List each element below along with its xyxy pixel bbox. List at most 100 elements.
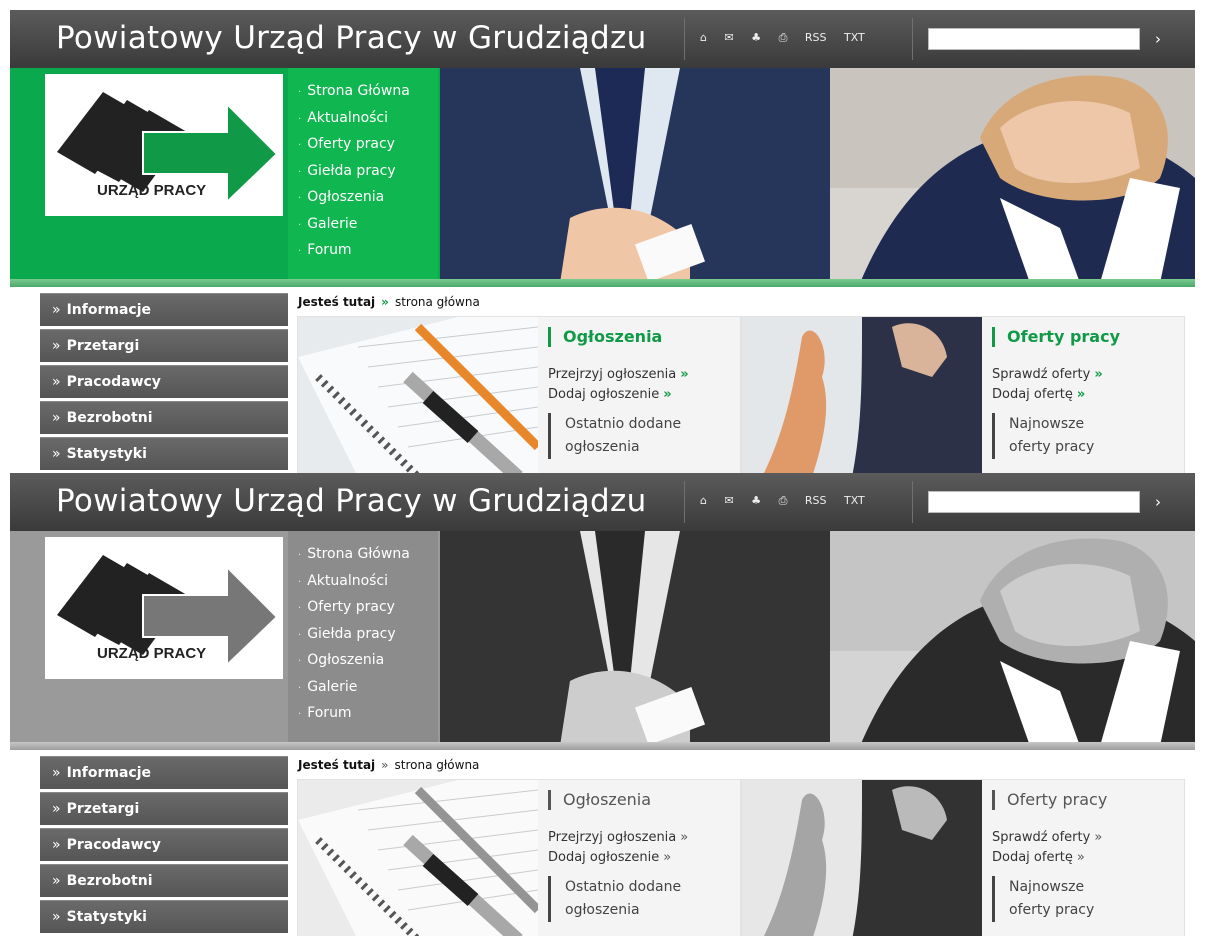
rss-link[interactable]: RSS: [805, 494, 827, 507]
mail-icon[interactable]: ✉: [724, 31, 733, 44]
nav-label: Forum: [307, 242, 352, 258]
txt-link[interactable]: TXT: [844, 31, 865, 44]
header-strip: [10, 279, 1195, 287]
latest-line: Ostatnio dodane: [565, 879, 682, 895]
rss-link[interactable]: RSS: [805, 31, 827, 44]
nav-item-ads[interactable]: · Ogłoszenia: [298, 184, 438, 211]
nav-label: Giełda pracy: [307, 162, 396, 179]
nav-item-forum[interactable]: · Forum: [298, 237, 438, 264]
browse-ads-link[interactable]: Przejrzyj ogłoszenia»: [548, 365, 738, 385]
latest-offers[interactable]: Najnowsze oferty pracy: [992, 413, 1182, 459]
add-ad-link[interactable]: Dodaj ogłoszenie»: [548, 848, 738, 868]
add-offer-link[interactable]: Dodaj ofertę»: [992, 848, 1182, 868]
header-strip: [10, 742, 1195, 750]
nav-item-offers[interactable]: · Oferty pracy: [298, 131, 438, 158]
divider: [912, 18, 913, 60]
search-input[interactable]: [928, 28, 1140, 50]
breadcrumb-current: strona główna: [394, 758, 480, 772]
breadcrumb-current: strona główna: [394, 295, 480, 309]
sidebar-item-informacje[interactable]: » Informacje: [40, 756, 288, 789]
sidebar-item-statystyki[interactable]: » Statystyki: [40, 900, 288, 933]
nav-item-galleries[interactable]: · Galerie: [298, 211, 438, 238]
notebook-image: [298, 780, 538, 936]
latest-offers[interactable]: Najnowsze oferty pracy: [992, 876, 1182, 922]
sidebar-item-statystyki[interactable]: » Statystyki: [40, 437, 288, 470]
logo[interactable]: URZĄD PRACY: [45, 537, 283, 679]
panel-title: Oferty pracy: [992, 327, 1182, 347]
search-button[interactable]: ›: [1146, 491, 1170, 513]
link-label: Dodaj ogłoszenie: [548, 387, 660, 402]
link-label: Sprawdź oferty: [992, 830, 1091, 845]
toolbar: ⌂ ✉ ♣ ⎙ RSS TXT: [700, 494, 879, 508]
nav-item-news[interactable]: · Aktualności: [298, 568, 438, 595]
search-input[interactable]: [928, 491, 1140, 513]
nav-label: Giełda pracy: [307, 625, 396, 642]
latest-line: oferty pracy: [1009, 439, 1095, 455]
panel-body: Ogłoszenia Przejrzyj ogłoszenia» Dodaj o…: [548, 327, 738, 459]
handshake-image: [742, 780, 982, 936]
print-icon[interactable]: ⎙: [779, 31, 788, 45]
latest-line: ogłoszenia: [565, 902, 640, 918]
panel-oferty: Oferty pracy Sprawdź oferty» Dodaj ofert…: [741, 316, 1185, 473]
home-icon[interactable]: ⌂: [700, 494, 707, 507]
page-variant-color: Powiatowy Urząd Pracy w Grudziądzu ⌂ ✉ ♣…: [0, 10, 1213, 473]
nav-item-exchange[interactable]: · Giełda pracy: [298, 621, 438, 648]
nav-item-home[interactable]: · Strona Główna: [298, 541, 438, 568]
sidebar-item-label: Przetargi: [66, 338, 140, 354]
sidebar-item-label: Bezrobotni: [66, 410, 153, 426]
sidebar-item-pracodawcy[interactable]: » Pracodawcy: [40, 828, 288, 861]
breadcrumb: Jesteś tutaj » strona główna: [298, 758, 479, 772]
panel-body: Oferty pracy Sprawdź oferty» Dodaj ofert…: [992, 790, 1182, 922]
notebook-image: [298, 317, 538, 473]
sitemap-icon[interactable]: ♣: [751, 31, 761, 44]
sidebar-item-przetargi[interactable]: » Przetargi: [40, 792, 288, 825]
link-label: Przejrzyj ogłoszenia: [548, 367, 677, 382]
sidebar-item-informacje[interactable]: » Informacje: [40, 293, 288, 326]
print-icon[interactable]: ⎙: [779, 494, 788, 508]
panel-body: Oferty pracy Sprawdź oferty» Dodaj ofert…: [992, 327, 1182, 459]
site-title: Powiatowy Urząd Pracy w Grudziądzu: [56, 483, 647, 519]
nav-item-ads[interactable]: · Ogłoszenia: [298, 647, 438, 674]
nav-item-exchange[interactable]: · Giełda pracy: [298, 158, 438, 185]
browse-offers-link[interactable]: Sprawdź oferty»: [992, 828, 1182, 848]
nav-label: Aktualności: [307, 572, 389, 589]
sidebar-item-przetargi[interactable]: » Przetargi: [40, 329, 288, 362]
header: URZĄD PRACY · Strona Główna · Aktualności …: [10, 531, 1213, 751]
home-icon[interactable]: ⌂: [700, 31, 707, 44]
link-label: Przejrzyj ogłoszenia: [548, 830, 677, 845]
sidebar-item-pracodawcy[interactable]: » Pracodawcy: [40, 365, 288, 398]
top-bar: Powiatowy Urząd Pracy w Grudziądzu ⌂ ✉ ♣…: [10, 473, 1195, 531]
sidebar-item-bezrobotni[interactable]: » Bezrobotni: [40, 401, 288, 434]
link-label: Dodaj ofertę: [992, 387, 1073, 402]
mail-icon[interactable]: ✉: [724, 494, 733, 507]
latest-ads[interactable]: Ostatnio dodane ogłoszenia: [548, 413, 738, 459]
side-navigation: » Informacje » Przetargi » Pracodawcy » Bezr…: [40, 293, 288, 473]
latest-line: Najnowsze: [1009, 416, 1085, 432]
search-button[interactable]: ›: [1146, 28, 1170, 50]
txt-link[interactable]: TXT: [844, 494, 865, 507]
browse-ads-link[interactable]: Przejrzyj ogłoszenia»: [548, 828, 738, 848]
sidebar-item-label: Informacje: [66, 765, 151, 781]
nav-item-offers[interactable]: · Oferty pracy: [298, 594, 438, 621]
add-offer-link[interactable]: Dodaj ofertę»: [992, 385, 1182, 405]
feature-panels: Ogłoszenia Przejrzyj ogłoszenia» Dodaj o…: [297, 316, 1185, 473]
logo[interactable]: URZĄD PRACY: [45, 74, 283, 216]
nav-label: Strona Główna: [307, 546, 410, 562]
sidebar-item-bezrobotni[interactable]: » Bezrobotni: [40, 864, 288, 897]
breadcrumb: Jesteś tutaj » strona główna: [298, 295, 480, 309]
nav-item-forum[interactable]: · Forum: [298, 700, 438, 727]
add-ad-link[interactable]: Dodaj ogłoszenie»: [548, 385, 738, 405]
breadcrumb-separator: »: [381, 758, 389, 772]
breadcrumb-label: Jesteś tutaj: [298, 295, 376, 309]
browse-offers-link[interactable]: Sprawdź oferty»: [992, 365, 1182, 385]
latest-ads[interactable]: Ostatnio dodane ogłoszenia: [548, 876, 738, 922]
link-label: Sprawdź oferty: [992, 367, 1091, 382]
nav-item-home[interactable]: · Strona Główna: [298, 78, 438, 105]
sitemap-icon[interactable]: ♣: [751, 494, 761, 507]
nav-label: Ogłoszenia: [307, 189, 385, 205]
nav-label: Galerie: [307, 678, 358, 695]
divider: [912, 481, 913, 523]
nav-item-news[interactable]: · Aktualności: [298, 105, 438, 132]
sidebar-item-label: Informacje: [66, 302, 151, 318]
nav-item-galleries[interactable]: · Galerie: [298, 674, 438, 701]
